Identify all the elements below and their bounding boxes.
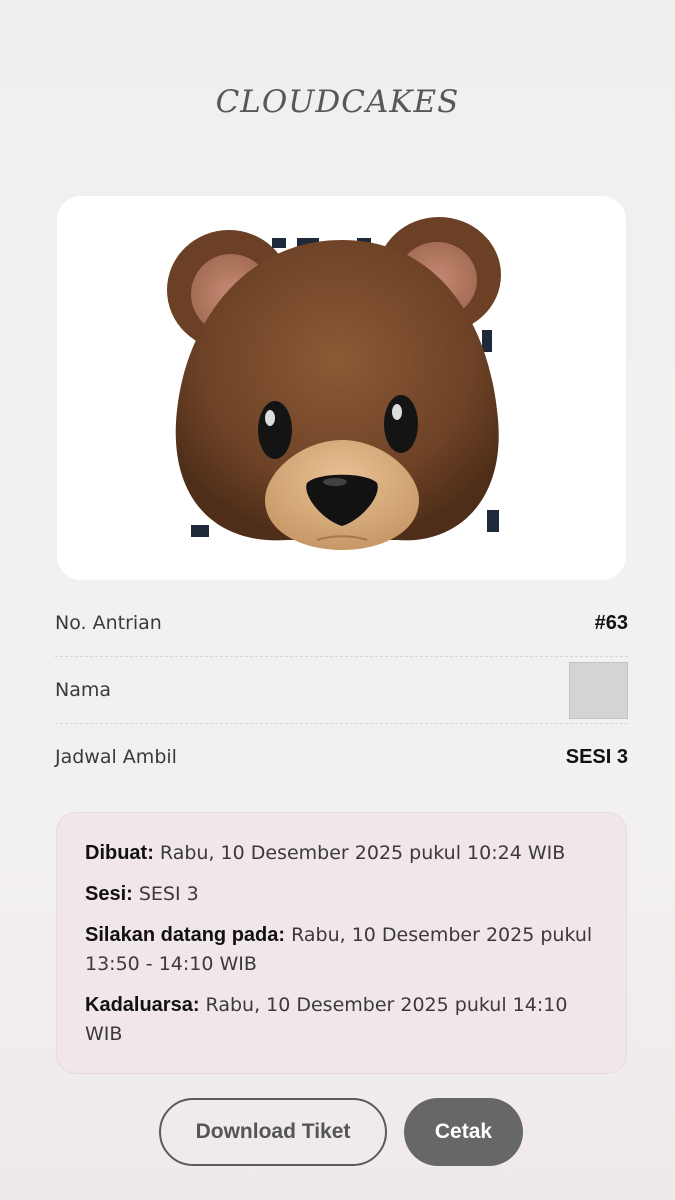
session-label: Sesi: (85, 883, 133, 905)
created-label: Dibuat: (85, 842, 154, 864)
download-ticket-button[interactable]: Download Tiket (159, 1098, 387, 1166)
expiry-label: Kadaluarsa: (85, 994, 200, 1016)
created-value: Rabu, 10 Desember 2025 pukul 10:24 WIB (153, 842, 566, 864)
arrival-line: Silakan datang pada: Rabu, 10 Desember 2… (85, 921, 598, 979)
ticket-info-box: Dibuat: Rabu, 10 Desember 2025 pukul 10:… (56, 812, 627, 1074)
print-button[interactable]: Cetak (404, 1098, 523, 1166)
session-value: SESI 3 (132, 883, 199, 905)
expiry-line: Kadaluarsa: Rabu, 10 Desember 2025 pukul… (85, 991, 598, 1049)
pickup-schedule-row: Jadwal Ambil SESI 3 (55, 724, 628, 790)
session-line: Sesi: SESI 3 (85, 880, 598, 909)
created-line: Dibuat: Rabu, 10 Desember 2025 pukul 10:… (85, 839, 598, 868)
name-label: Nama (55, 679, 112, 701)
arrival-label: Silakan datang pada: (85, 924, 286, 946)
bear-emoji-icon (167, 217, 501, 550)
ticket-qr-card (57, 196, 626, 580)
name-redacted-block (569, 661, 628, 719)
queue-number-label: No. Antrian (55, 612, 162, 634)
queue-number-value: #63 (594, 611, 628, 634)
pickup-schedule-label: Jadwal Ambil (55, 746, 177, 768)
queue-number-row: No. Antrian #63 (55, 590, 628, 657)
name-row: Nama (55, 657, 628, 724)
brand-logo: CLOUDCAKES (215, 84, 460, 120)
ticket-details: No. Antrian #63 Nama Jadwal Ambil SESI 3 (55, 590, 628, 790)
pickup-schedule-value: SESI 3 (565, 745, 628, 768)
